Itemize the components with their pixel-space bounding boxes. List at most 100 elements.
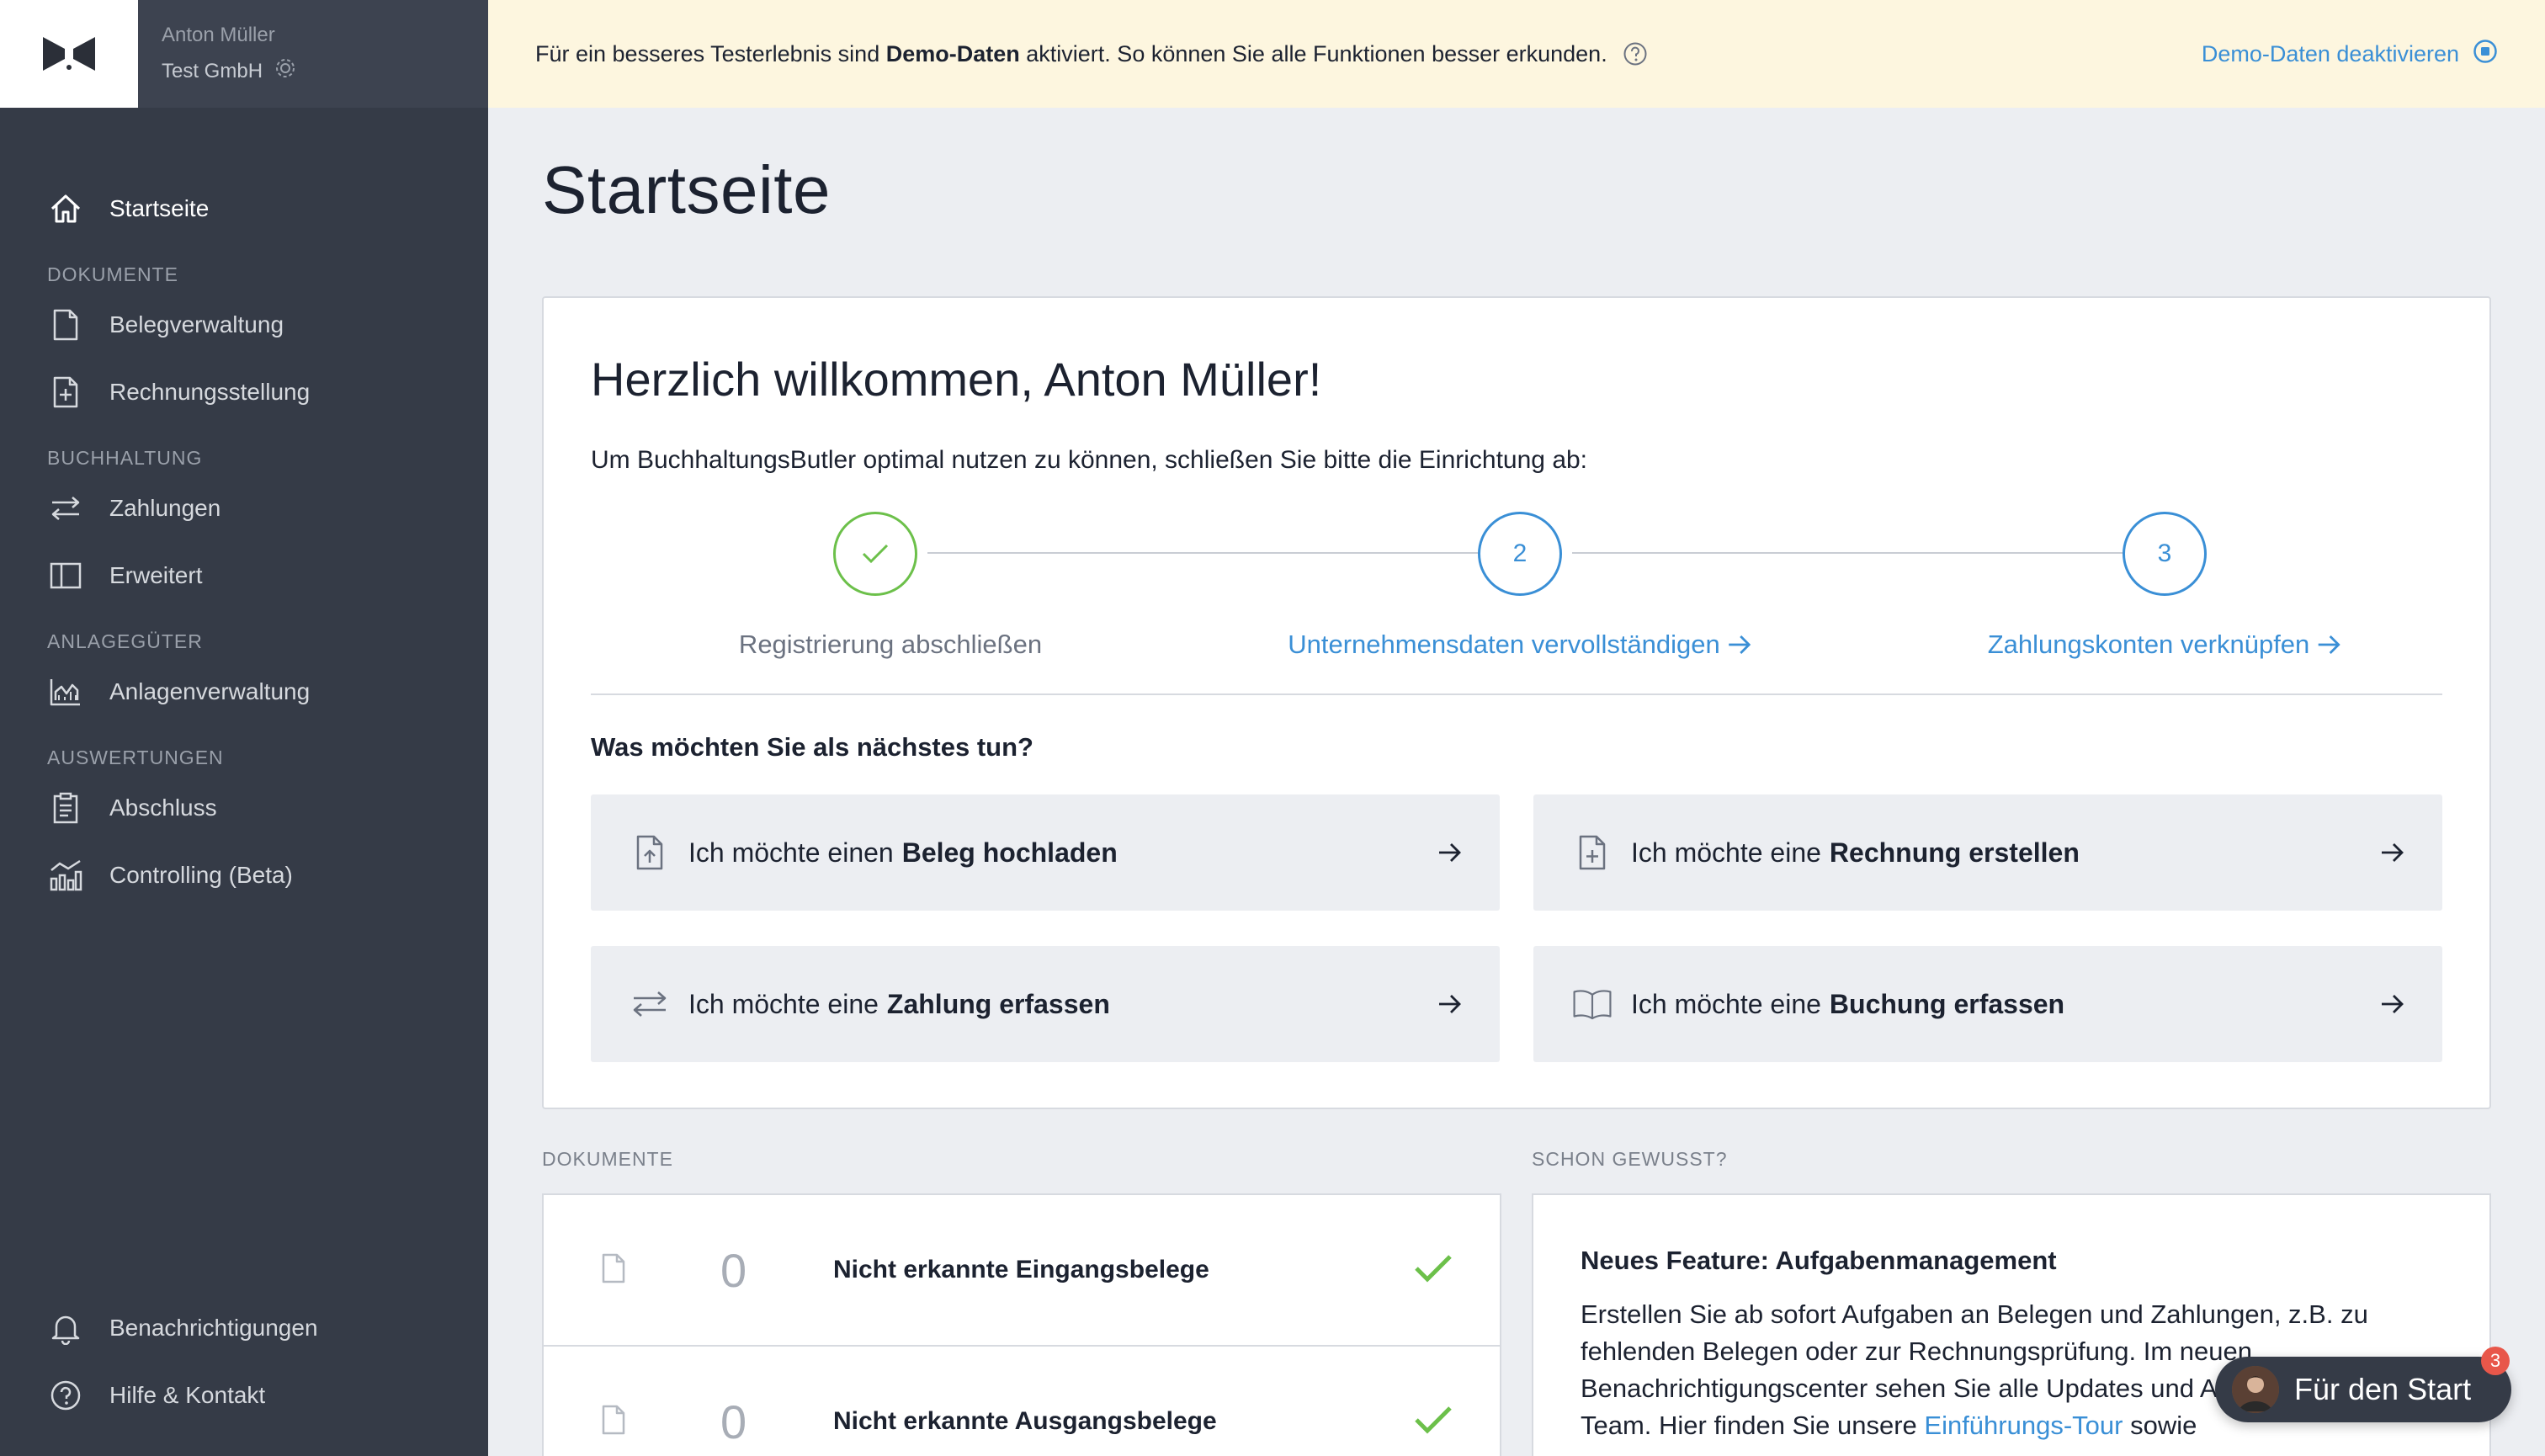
document-upload-icon	[630, 832, 670, 873]
action-bold: Rechnung erstellen	[1829, 837, 2080, 868]
document-row-label: Nicht erkannte Ausgangsbelege	[833, 1407, 1217, 1435]
action-prefix: Ich möchte einen	[688, 837, 894, 868]
divider	[591, 693, 2442, 695]
tip-text-after: sowie	[2130, 1411, 2197, 1440]
help-circle-icon	[47, 1377, 84, 1414]
step-1-label: Registrierung abschließen	[739, 630, 1042, 660]
getting-started-button[interactable]: Für den Start	[2215, 1357, 2511, 1422]
sidebar-header: Anton Müller Test GmbH	[0, 0, 488, 108]
create-invoice-button[interactable]: Ich möchte eine Rechnung erstellen	[1533, 794, 2442, 911]
step-connector-2	[1572, 552, 2133, 554]
asset-chart-icon	[47, 673, 84, 710]
step-number: 3	[2157, 539, 2172, 567]
sidebar-item-erweitert[interactable]: Erweitert	[0, 542, 488, 609]
bar-chart-icon	[47, 857, 84, 894]
open-book-icon	[1572, 984, 1613, 1024]
deactivate-demo-data-link[interactable]: Demo-Daten deaktivieren	[2202, 0, 2498, 108]
banner-text-after: aktiviert. So können Sie alle Funktionen…	[1026, 40, 1607, 66]
sidebar-item-label: Hilfe & Kontakt	[109, 1382, 266, 1408]
sidebar-item-anlagenverwaltung[interactable]: Anlagenverwaltung	[0, 658, 488, 725]
step-3-link[interactable]: Zahlungskonten verknüpfen	[1988, 630, 2342, 660]
sidebar-item-abschluss[interactable]: Abschluss	[0, 774, 488, 842]
avatar	[2232, 1366, 2279, 1413]
sidebar-item-label: Anlagenverwaltung	[109, 678, 311, 704]
check-icon	[1414, 1406, 1453, 1438]
home-icon	[47, 190, 84, 227]
sidebar-item-belegverwaltung[interactable]: Belegverwaltung	[0, 291, 488, 359]
nav-section-dokumente: DOKUMENTE	[47, 263, 178, 285]
step-3-circle[interactable]: 3	[2123, 512, 2207, 596]
sidebar-item-hilfe[interactable]: Hilfe & Kontakt	[0, 1362, 488, 1429]
notification-badge: 3	[2481, 1347, 2510, 1375]
invoice-add-icon	[47, 374, 84, 411]
butler-logo-icon[interactable]	[0, 0, 138, 108]
banner-text-bold: Demo-Daten	[885, 40, 1020, 66]
action-bold: Buchung erfassen	[1829, 988, 2065, 1019]
sidebar-item-label: Benachrichtigungen	[109, 1315, 318, 1341]
arrow-right-icon	[2380, 993, 2405, 1015]
sidebar-item-benachrichtigungen[interactable]: Benachrichtigungen	[0, 1294, 488, 1362]
table-row[interactable]: 0 Nicht erkannte Eingangsbelege	[544, 1195, 1500, 1345]
sidebar-item-label: Startseite	[109, 195, 210, 221]
sidebar: Anton Müller Test GmbH Startseite DOKUME…	[0, 0, 488, 1456]
page-title: Startseite	[542, 152, 831, 227]
sidebar-nav: Startseite DOKUMENTE Belegverwaltung Rec…	[0, 175, 488, 909]
documents-section-label: DOKUMENTE	[542, 1148, 673, 1170]
next-steps-heading: Was möchten Sie als nächstes tun?	[591, 732, 1033, 762]
action-prefix: Ich möchte eine	[688, 988, 879, 1019]
record-booking-button[interactable]: Ich möchte eine Buchung erfassen	[1533, 946, 2442, 1062]
upload-receipt-button[interactable]: Ich möchte einen Beleg hochladen	[591, 794, 1500, 911]
company-name: Test GmbH	[162, 59, 263, 82]
action-prefix: Ich möchte eine	[1631, 837, 1821, 868]
intro-tour-link[interactable]: Einführungs-Tour	[1924, 1411, 2123, 1440]
check-icon	[862, 544, 889, 564]
document-count: 0	[720, 1395, 747, 1448]
document-icon	[601, 1404, 626, 1440]
arrow-right-icon	[2318, 635, 2340, 654]
document-count: 0	[720, 1243, 747, 1297]
help-icon[interactable]	[1623, 41, 1648, 66]
nav-section-auswertungen: AUSWERTUNGEN	[47, 747, 224, 768]
arrow-right-icon	[1437, 993, 1463, 1015]
record-payment-button[interactable]: Ich möchte eine Zahlung erfassen	[591, 946, 1500, 1062]
transfer-arrows-icon	[630, 984, 670, 1024]
sidebar-item-controlling[interactable]: Controlling (Beta)	[0, 842, 488, 909]
setup-intro-text: Um BuchhaltungsButler optimal nutzen zu …	[591, 446, 1588, 474]
sidebar-item-label: Erweitert	[109, 562, 203, 588]
sidebar-bottom-nav: Benachrichtigungen Hilfe & Kontakt	[0, 1294, 488, 1429]
documents-card: 0 Nicht erkannte Eingangsbelege 0 Nicht …	[542, 1193, 1501, 1456]
bell-icon	[47, 1310, 84, 1347]
gear-icon[interactable]	[274, 57, 296, 85]
step-1-circle	[833, 512, 917, 596]
transfer-arrows-icon	[47, 490, 84, 527]
demo-data-banner: Für ein besseres Testerlebnis sind Demo-…	[488, 0, 2545, 108]
sidebar-item-label: Controlling (Beta)	[109, 862, 293, 888]
columns-icon	[47, 557, 84, 594]
arrow-right-icon	[2380, 842, 2405, 864]
welcome-heading: Herzlich willkommen, Anton Müller!	[591, 353, 1322, 406]
step-connector-1	[927, 552, 1488, 554]
step-label-text: Unternehmensdaten vervollständigen	[1288, 630, 1720, 659]
sidebar-item-startseite[interactable]: Startseite	[0, 175, 488, 242]
action-bold: Zahlung erfassen	[886, 988, 1110, 1019]
step-label-text: Registrierung abschließen	[738, 630, 1043, 659]
sidebar-item-label: Zahlungen	[109, 495, 221, 521]
step-2-link[interactable]: Unternehmensdaten vervollständigen	[1288, 630, 1752, 660]
step-number: 2	[1512, 539, 1528, 567]
clipboard-icon	[47, 789, 84, 826]
company-name-row[interactable]: Test GmbH	[162, 57, 296, 85]
user-info: Anton Müller Test GmbH	[138, 0, 296, 108]
tips-section-label: SCHON GEWUSST?	[1532, 1148, 1728, 1170]
table-row[interactable]: 0 Nicht erkannte Ausgangsbelege	[544, 1347, 1500, 1456]
sidebar-item-rechnungsstellung[interactable]: Rechnungsstellung	[0, 359, 488, 426]
document-icon	[47, 306, 84, 343]
document-row-label: Nicht erkannte Eingangsbelege	[833, 1256, 1209, 1283]
action-bold: Beleg hochladen	[901, 837, 1118, 868]
tip-title: Neues Feature: Aufgabenmanagement	[1581, 1246, 2057, 1275]
document-icon	[601, 1252, 626, 1289]
arrow-right-icon	[1728, 635, 1751, 654]
sidebar-item-zahlungen[interactable]: Zahlungen	[0, 475, 488, 542]
user-name: Anton Müller	[162, 24, 275, 46]
step-2-circle[interactable]: 2	[1478, 512, 1562, 596]
invoice-add-icon	[1572, 832, 1613, 873]
